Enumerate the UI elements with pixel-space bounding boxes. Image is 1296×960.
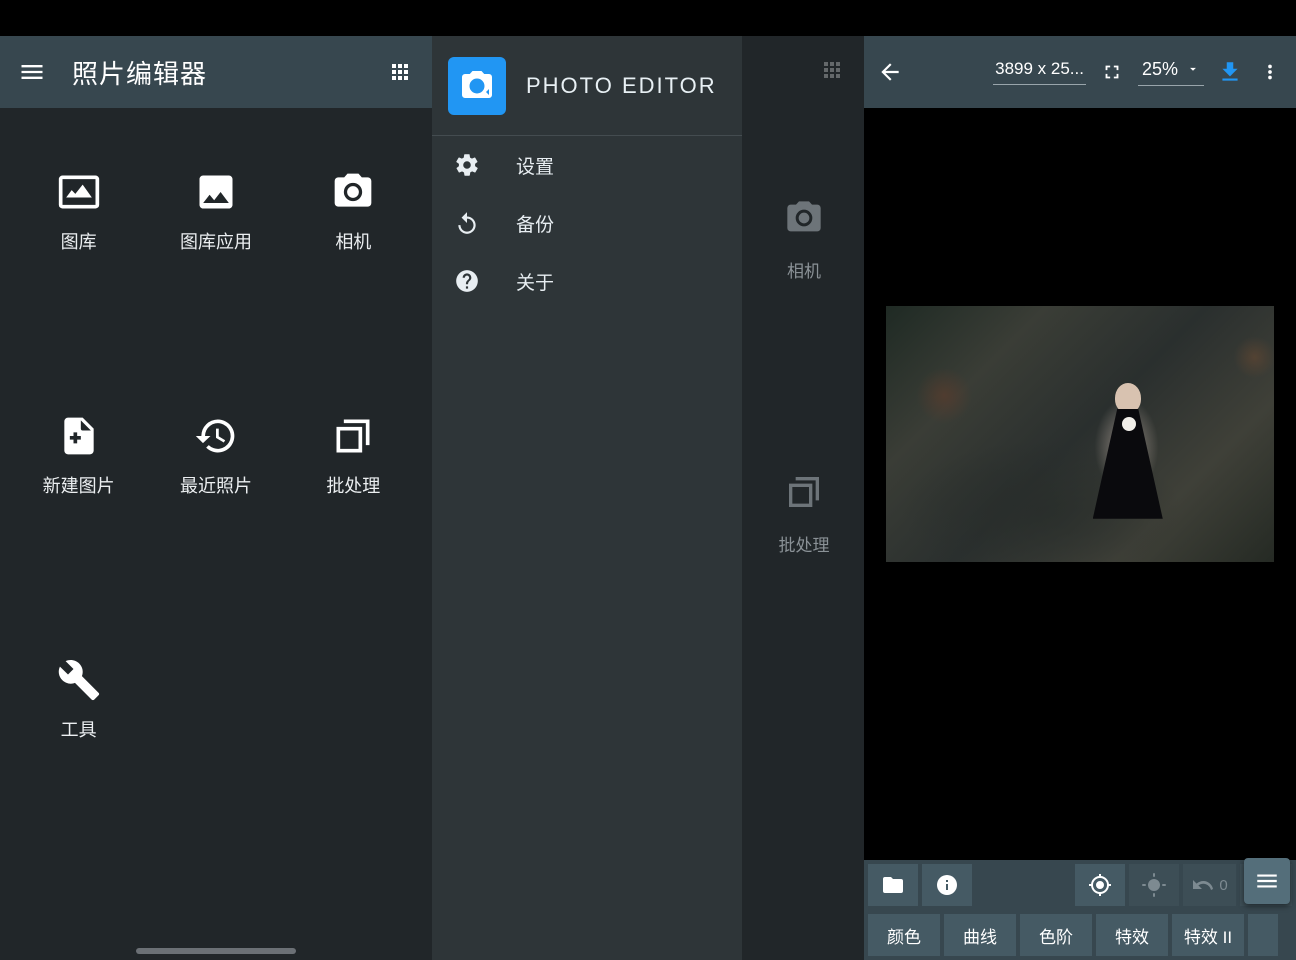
grid-item-gallery[interactable]: 图库 bbox=[10, 170, 147, 254]
drawer-item-label: 设置 bbox=[516, 152, 554, 179]
hamburger-fab[interactable] bbox=[1244, 858, 1290, 904]
drawer-item-about[interactable]: 关于 bbox=[432, 252, 742, 310]
apps-grid-icon[interactable] bbox=[378, 50, 422, 94]
drawer-header: PHOTO EDITOR bbox=[432, 36, 742, 136]
back-arrow-icon[interactable] bbox=[870, 50, 910, 94]
home-toolbar: 照片编辑器 bbox=[0, 36, 432, 108]
grid-item-camera[interactable]: 相机 bbox=[285, 170, 422, 254]
drawer-title: PHOTO EDITOR bbox=[526, 73, 717, 99]
app-logo-icon bbox=[448, 57, 506, 115]
grid-item-tools[interactable]: 工具 bbox=[10, 658, 147, 742]
home-screen: 照片编辑器 图库 图库应用 相机 新建图片 bbox=[0, 0, 432, 960]
tab-curves[interactable]: 曲线 bbox=[944, 914, 1016, 956]
gear-icon bbox=[454, 152, 480, 178]
peek-item-batch: 批处理 bbox=[744, 472, 864, 556]
grid-label: 图库 bbox=[61, 228, 97, 254]
drawer-item-label: 备份 bbox=[516, 210, 554, 237]
grid-label: 批处理 bbox=[326, 472, 380, 498]
home-grid: 图库 图库应用 相机 新建图片 最近照片 批处理 bbox=[0, 108, 432, 742]
tab-levels[interactable]: 色阶 bbox=[1020, 914, 1092, 956]
brightness-button bbox=[1129, 864, 1179, 906]
hamburger-menu-icon[interactable] bbox=[10, 50, 54, 94]
help-icon bbox=[454, 268, 480, 294]
stack-icon bbox=[331, 414, 375, 458]
grid-label: 图库应用 bbox=[180, 228, 252, 254]
grid-item-batch[interactable]: 批处理 bbox=[285, 414, 422, 498]
grid-label: 相机 bbox=[335, 228, 371, 254]
nav-drawer: PHOTO EDITOR 设置 备份 关于 bbox=[432, 36, 742, 960]
zoom-dropdown[interactable]: 25% bbox=[1138, 59, 1204, 86]
apps-grid-icon-dim bbox=[820, 58, 844, 87]
drawer-backdrop: 相机 批处理 bbox=[742, 36, 864, 960]
nav-handle bbox=[136, 948, 296, 954]
drawer-screen: 相机 批处理 PHOTO EDITOR 设置 备份 bbox=[432, 0, 864, 960]
drawer-item-backup[interactable]: 备份 bbox=[432, 194, 742, 252]
status-bar bbox=[0, 0, 432, 36]
wrench-icon bbox=[57, 658, 101, 702]
info-button[interactable] bbox=[922, 864, 972, 906]
undo-button: 0 bbox=[1183, 864, 1235, 906]
undo-count: 0 bbox=[1219, 877, 1227, 894]
target-button[interactable] bbox=[1075, 864, 1125, 906]
camera-icon bbox=[784, 198, 824, 243]
fullscreen-icon[interactable] bbox=[1092, 50, 1132, 94]
zoom-value: 25% bbox=[1142, 59, 1178, 80]
grid-label: 最近照片 bbox=[180, 472, 252, 498]
status-bar bbox=[864, 0, 1296, 36]
peek-label: 相机 bbox=[787, 257, 821, 282]
grid-item-gallery-app[interactable]: 图库应用 bbox=[147, 170, 284, 254]
canvas[interactable] bbox=[864, 108, 1296, 860]
restore-icon bbox=[454, 210, 480, 236]
editor-toolbar: 3899 x 25... 25% bbox=[864, 36, 1296, 108]
tab-more[interactable] bbox=[1248, 914, 1278, 956]
grid-item-recent[interactable]: 最近照片 bbox=[147, 414, 284, 498]
more-vert-icon[interactable] bbox=[1250, 50, 1290, 94]
history-icon bbox=[194, 414, 238, 458]
image-icon bbox=[57, 170, 101, 214]
drawer-item-settings[interactable]: 设置 bbox=[432, 136, 742, 194]
image-filled-icon bbox=[194, 170, 238, 214]
status-bar bbox=[432, 0, 864, 36]
grid-label: 新建图片 bbox=[43, 472, 115, 498]
tool-tabs: 颜色 曲线 色阶 特效 特效 II bbox=[864, 910, 1296, 960]
tab-color[interactable]: 颜色 bbox=[868, 914, 940, 956]
peek-item-camera: 相机 bbox=[744, 198, 864, 282]
tab-effects[interactable]: 特效 bbox=[1096, 914, 1168, 956]
save-download-icon[interactable] bbox=[1210, 50, 1250, 94]
chevron-down-icon bbox=[1186, 62, 1200, 76]
tab-effects-2[interactable]: 特效 II bbox=[1172, 914, 1244, 956]
image-dimensions-label[interactable]: 3899 x 25... bbox=[993, 59, 1086, 85]
control-bar: 0 0 bbox=[864, 860, 1296, 910]
grid-item-new-image[interactable]: 新建图片 bbox=[10, 414, 147, 498]
folder-button[interactable] bbox=[868, 864, 918, 906]
stack-icon bbox=[784, 472, 824, 517]
peek-label: 批处理 bbox=[779, 531, 830, 556]
new-file-icon bbox=[57, 414, 101, 458]
drawer-item-label: 关于 bbox=[516, 268, 554, 295]
camera-icon bbox=[331, 170, 375, 214]
app-title: 照片编辑器 bbox=[72, 54, 378, 91]
editor-screen: 3899 x 25... 25% bbox=[864, 0, 1296, 960]
grid-label: 工具 bbox=[61, 716, 97, 742]
photo bbox=[886, 306, 1274, 562]
